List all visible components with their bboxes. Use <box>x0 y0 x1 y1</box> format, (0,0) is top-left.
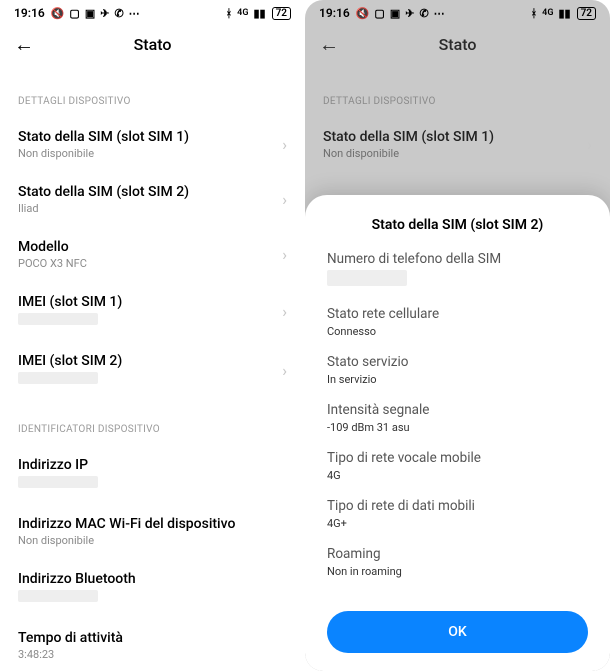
dialog-item-label: Roaming <box>327 546 588 562</box>
row-uptime[interactable]: Tempo di attività 3:48:23 <box>18 618 287 665</box>
redacted-value <box>18 313 98 325</box>
section-device-details: DETTAGLI DISPOSITIVO <box>18 96 287 107</box>
mute-icon: 🔇 <box>356 8 370 19</box>
row-imei-sim2[interactable]: IMEI (slot SIM 2) › <box>18 341 287 400</box>
row-sub: Iliad <box>18 202 282 215</box>
status-time: 19:16 <box>319 6 350 20</box>
whatsapp-icon: ✆ <box>419 8 428 19</box>
dialog-item-value: Non in roaming <box>327 565 588 578</box>
status-bar: 19:16 🔇 ▢ ▣ ✈ ✆ ⋯ ᚼ 4G ▮▮ 72 <box>0 0 305 24</box>
dialog-item-label: Intensità segnale <box>327 402 588 418</box>
app-header: ← Stato <box>305 24 610 72</box>
calendar-icon: ▣ <box>85 8 95 19</box>
dialog-item-cellular-state: Stato rete cellulare Connesso <box>327 306 588 338</box>
section-device-identifiers: IDENTIFICATORI DISPOSITIVO <box>18 424 287 435</box>
page-title: Stato <box>319 35 596 54</box>
dialog-item-service-state: Stato servizio In servizio <box>327 354 588 386</box>
row-label: IMEI (slot SIM 2) <box>18 353 282 369</box>
section-device-details: DETTAGLI DISPOSITIVO <box>323 96 592 107</box>
row-label: Stato della SIM (slot SIM 1) <box>18 129 282 145</box>
box-n-icon: ▢ <box>374 8 384 19</box>
status-time: 19:16 <box>14 6 45 20</box>
chevron-right-icon: › <box>282 135 287 154</box>
row-label: Indirizzo IP <box>18 457 287 473</box>
row-ip-address[interactable]: Indirizzo IP <box>18 445 287 504</box>
redacted-value <box>18 372 98 384</box>
redacted-value <box>18 476 98 488</box>
whatsapp-icon: ✆ <box>114 8 123 19</box>
dialog-item-value: 4G <box>327 469 588 482</box>
bluetooth-icon: ᚼ <box>531 8 538 19</box>
phone-screen-dialog: 19:16 🔇 ▢ ▣ ✈ ✆ ⋯ ᚼ 4G ▮▮ 72 <box>305 0 610 671</box>
calendar-icon: ▣ <box>390 8 400 19</box>
network-4g-icon: 4G <box>542 9 553 18</box>
row-label: Indirizzo MAC Wi-Fi del dispositivo <box>18 516 287 532</box>
chevron-right-icon: › <box>282 302 287 321</box>
network-4g-icon: 4G <box>237 9 248 18</box>
more-icon: ⋯ <box>434 8 445 19</box>
row-label: Indirizzo Bluetooth <box>18 571 287 587</box>
chevron-right-icon: › <box>282 245 287 264</box>
more-icon: ⋯ <box>129 8 140 19</box>
row-sub: Non disponibile <box>323 147 587 160</box>
row-label: IMEI (slot SIM 1) <box>18 294 282 310</box>
signal-icon: ▮▮ <box>558 8 570 19</box>
row-label: Modello <box>18 239 282 255</box>
row-wifi-mac[interactable]: Indirizzo MAC Wi-Fi del dispositivo Non … <box>18 504 287 559</box>
battery-indicator: 72 <box>272 7 291 20</box>
dialog-item-voice-network: Tipo di rete vocale mobile 4G <box>327 450 588 482</box>
row-sub: POCO X3 NFC <box>18 257 282 270</box>
row-sub: 3:48:23 <box>18 648 287 661</box>
dialog-item-roaming: Roaming Non in roaming <box>327 546 588 578</box>
row-sim2-status[interactable]: Stato della SIM (slot SIM 2) Iliad › <box>18 172 287 227</box>
dialog-item-label: Stato servizio <box>327 354 588 370</box>
row-bluetooth-address[interactable]: Indirizzo Bluetooth <box>18 559 287 618</box>
row-label: Stato della SIM (slot SIM 1) <box>323 129 587 145</box>
status-right-icons: ᚼ 4G ▮▮ <box>226 8 266 19</box>
row-sim1-status[interactable]: Stato della SIM (slot SIM 1) Non disponi… <box>323 117 592 172</box>
dialog-item-label: Tipo di rete di dati mobili <box>327 498 588 514</box>
row-sim1-status[interactable]: Stato della SIM (slot SIM 1) Non disponi… <box>18 117 287 172</box>
row-label: Tempo di attività <box>18 630 287 646</box>
dialog-item-phone-number: Numero di telefono della SIM <box>327 251 588 290</box>
dialog-title: Stato della SIM (slot SIM 2) <box>327 217 588 233</box>
redacted-value <box>18 590 98 602</box>
row-label: Stato della SIM (slot SIM 2) <box>18 184 282 200</box>
dialog-item-value: Connesso <box>327 325 588 338</box>
row-sub: Non disponibile <box>18 534 287 547</box>
mute-icon: 🔇 <box>51 8 65 19</box>
status-left-icons: 🔇 ▢ ▣ ✈ ✆ ⋯ <box>356 8 445 19</box>
box-n-icon: ▢ <box>69 8 79 19</box>
row-sub: Non disponibile <box>18 147 282 160</box>
telegram-icon: ✈ <box>405 8 414 19</box>
phone-screen-settings: 19:16 🔇 ▢ ▣ ✈ ✆ ⋯ ᚼ 4G ▮▮ 72 <box>0 0 305 671</box>
status-left-icons: 🔇 ▢ ▣ ✈ ✆ ⋯ <box>51 8 140 19</box>
status-bar: 19:16 🔇 ▢ ▣ ✈ ✆ ⋯ ᚼ 4G ▮▮ 72 <box>305 0 610 24</box>
dialog-item-value: In servizio <box>327 373 588 386</box>
app-header: ← Stato <box>0 24 305 72</box>
dialog-item-data-network: Tipo di rete di dati mobili 4G+ <box>327 498 588 530</box>
sim-status-dialog: Stato della SIM (slot SIM 2) Numero di t… <box>305 195 610 671</box>
dialog-item-signal-strength: Intensità segnale -109 dBm 31 asu <box>327 402 588 434</box>
telegram-icon: ✈ <box>100 8 109 19</box>
battery-indicator: 72 <box>577 7 596 20</box>
dialog-item-value: -109 dBm 31 asu <box>327 421 588 434</box>
chevron-right-icon: › <box>282 190 287 209</box>
dialog-item-label: Tipo di rete vocale mobile <box>327 450 588 466</box>
ok-button[interactable]: OK <box>327 611 588 653</box>
signal-icon: ▮▮ <box>253 8 265 19</box>
dialog-item-value: 4G+ <box>327 517 588 530</box>
row-imei-sim1[interactable]: IMEI (slot SIM 1) › <box>18 282 287 341</box>
dialog-item-label: Numero di telefono della SIM <box>327 251 588 267</box>
chevron-right-icon: › <box>282 361 287 380</box>
chevron-right-icon: › <box>587 135 592 154</box>
row-model[interactable]: Modello POCO X3 NFC › <box>18 227 287 282</box>
redacted-value <box>327 270 407 286</box>
status-right-icons: ᚼ 4G ▮▮ <box>531 8 571 19</box>
page-title: Stato <box>14 35 291 54</box>
dialog-item-label: Stato rete cellulare <box>327 306 588 322</box>
bluetooth-icon: ᚼ <box>226 8 233 19</box>
